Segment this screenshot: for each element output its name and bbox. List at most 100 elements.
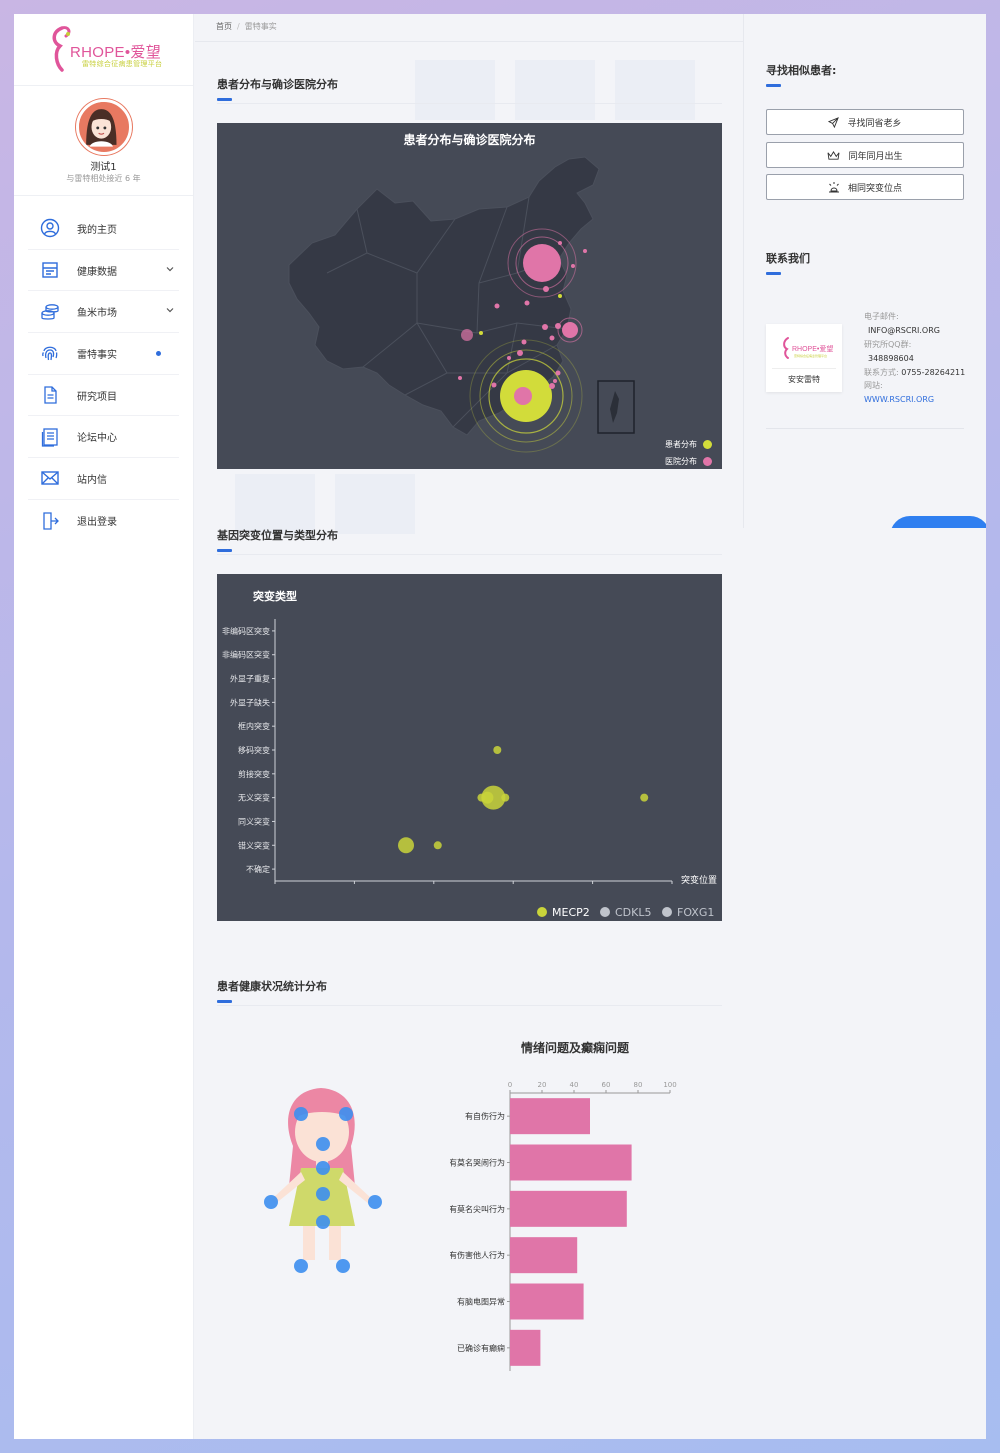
x-tick-label: 0 [508,1081,512,1089]
sidebar-item-home[interactable]: 我的主页 [28,208,179,250]
mutation-scatter-chart[interactable]: 突变类型不确定 错义突变 同义突变 无义突变 剪接突变 移码突变 框内突变 外显子缺失 外显子重… [217,574,722,921]
section-accent-bar [217,1000,232,1003]
qq-value: 348898604 [868,354,914,363]
breadcrumb-home[interactable]: 首页 [216,22,232,31]
scatter-point [493,746,502,754]
chart-title: 突变类型 [253,589,297,603]
y-tick-label: 移码突变 [238,745,270,755]
svg-text:RHOPE•爱望: RHOPE•爱望 [792,344,833,353]
qq-label: 研究所QQ群: [864,340,912,349]
avatar[interactable] [76,99,132,155]
logout-icon [43,512,59,530]
background-decoration [615,60,695,120]
y-tick-label: 有伤害他人行为 [450,1250,505,1260]
emotion-epilepsy-bar-chart[interactable]: 情绪问题及癫痫问题 0 20 40 60 80 100 有自伤行为有莫名哭闹行为有莫名尖叫行为… [450,1026,750,1386]
document-icon [44,386,57,404]
email-value[interactable]: INFO@RSCRI.ORG [864,324,974,338]
legend-swatch [703,457,712,466]
sidebar-item-health-data[interactable]: 健康数据 [28,250,179,292]
legend-label: 医院分布 [665,457,697,466]
sidebar: RHOPE•爱望 雷特综合征病患管理平台 测试1 与雷特相处接近 6 年 我的主… [14,14,194,1439]
sidebar-item-label: 健康数据 [77,266,117,278]
find-same-province-button[interactable]: 寻找同省老乡 [766,109,964,135]
scatter-point [640,793,649,802]
button-label: 同年同月出生 [848,151,903,162]
phone-value: 0755-28264211 [901,368,966,377]
mutation-chart-panel: 突变类型 不确定 错义突变 同义突变 无义突变 剪接突变 移码突变 框内突变 外显子缺失 外显子重… [217,574,722,921]
section-accent-bar [217,549,232,552]
y-tick-label: 有自伤行为 [465,1111,505,1121]
legend-swatch [537,907,547,917]
y-tick-label: 剪接突变 [238,769,270,779]
sidebar-item-logout[interactable]: 退出登录 [28,500,179,542]
rhope-logo-icon: RHOPE•爱望 雷特综合征病患管理平台 [783,337,833,359]
y-tick-label: 非编码区突变 [222,626,270,636]
logo[interactable]: RHOPE•爱望 雷特综合征病患管理平台 [14,14,193,86]
sidebar-item-messages[interactable]: 站内信 [28,458,179,500]
phone-row: 联系方式: 0755-28264211 [864,366,974,379]
section-divider [217,554,722,555]
card-caption: 安安雷特 [788,375,820,384]
section-accent-bar [766,84,781,87]
breadcrumb-separator: / [237,22,240,31]
y-tick-label: 非编码区突变 [222,650,270,660]
y-tick-label: 有莫名哭闹行为 [450,1158,505,1168]
coins-icon [41,303,59,320]
breadcrumb-current: 雷特事实 [244,22,277,31]
y-tick-label: 有莫名尖叫行为 [450,1204,505,1214]
legend-label: 患者分布 [665,440,697,449]
scatter-point [398,837,415,854]
sidebar-item-label: 研究项目 [77,391,117,403]
main-content: 首页 / 雷特事实 患者分布与确诊医院分布 患者分布与确诊医院分布 患者分布 医… [195,14,986,1439]
x-tick-label: 60 [602,1081,611,1089]
y-tick-label: 无义突变 [238,793,270,803]
breadcrumb: 首页 / 雷特事实 [216,21,277,32]
avatar-girl-icon [79,102,124,147]
y-tick-label: 框内突变 [238,721,270,731]
sidebar-item-rett-facts[interactable]: 雷特事实 [28,333,179,375]
map-chart-panel: 患者分布与确诊医院分布 患者分布 医院分布 [217,123,722,469]
crown-icon [828,150,840,160]
same-mutation-site-button[interactable]: 相同突变位点 [766,174,964,200]
section-title-mutation: 基因突变位置与类型分布 [217,529,338,542]
bar [510,1144,632,1181]
scatter-point [433,841,442,850]
sidebar-item-label: 站内信 [77,474,107,486]
find-similar-title: 寻找相似患者: [766,64,837,77]
button-label: 相同突变位点 [847,183,902,194]
bar [510,1283,584,1320]
y-tick-label: 已确诊有癫痫 [457,1343,505,1353]
active-indicator-dot [156,350,161,356]
website-link[interactable]: WWW.RSCRI.ORG [864,393,974,407]
sidebar-item-market[interactable]: 鱼米市场 [28,291,179,334]
bar [510,1329,541,1366]
legend-patients[interactable]: 患者分布 [665,439,712,450]
background-decoration [235,474,315,534]
bar [510,1098,590,1135]
app-window: RHOPE•爱望 雷特综合征病患管理平台 测试1 与雷特相处接近 6 年 我的主… [14,14,986,1439]
section-title-health: 患者健康状况统计分布 [217,980,327,993]
sidebar-item-label: 雷特事实 [77,349,117,361]
organization-card[interactable]: RHOPE•爱望 雷特综合征病患管理平台 安安雷特 [766,324,842,392]
section-divider [217,103,722,104]
user-profile: 测试1 与雷特相处接近 6 年 [14,86,193,196]
x-tick-label: 20 [538,1081,547,1089]
body-map-illustration[interactable] [251,1076,411,1286]
background-decoration [335,474,415,534]
right-panel-lower [742,528,986,1439]
same-birth-month-button[interactable]: 同年同月出生 [766,142,964,168]
sidebar-item-forum[interactable]: 论坛中心 [28,416,179,459]
mutation-icon [828,182,839,193]
legend-hospitals[interactable]: 医院分布 [665,456,712,467]
x-tick-label: 100 [663,1081,676,1089]
chevron-down-icon [165,305,175,318]
background-decoration [415,60,495,120]
contact-us-title: 联系我们 [766,252,810,265]
china-map[interactable] [217,123,722,469]
sidebar-item-label: 论坛中心 [77,433,117,445]
y-tick-label: 不确定 [246,864,270,874]
chevron-down-icon [165,264,175,277]
contact-divider [766,428,964,429]
fingerprint-icon [42,347,58,361]
sidebar-item-research[interactable]: 研究项目 [28,375,179,417]
